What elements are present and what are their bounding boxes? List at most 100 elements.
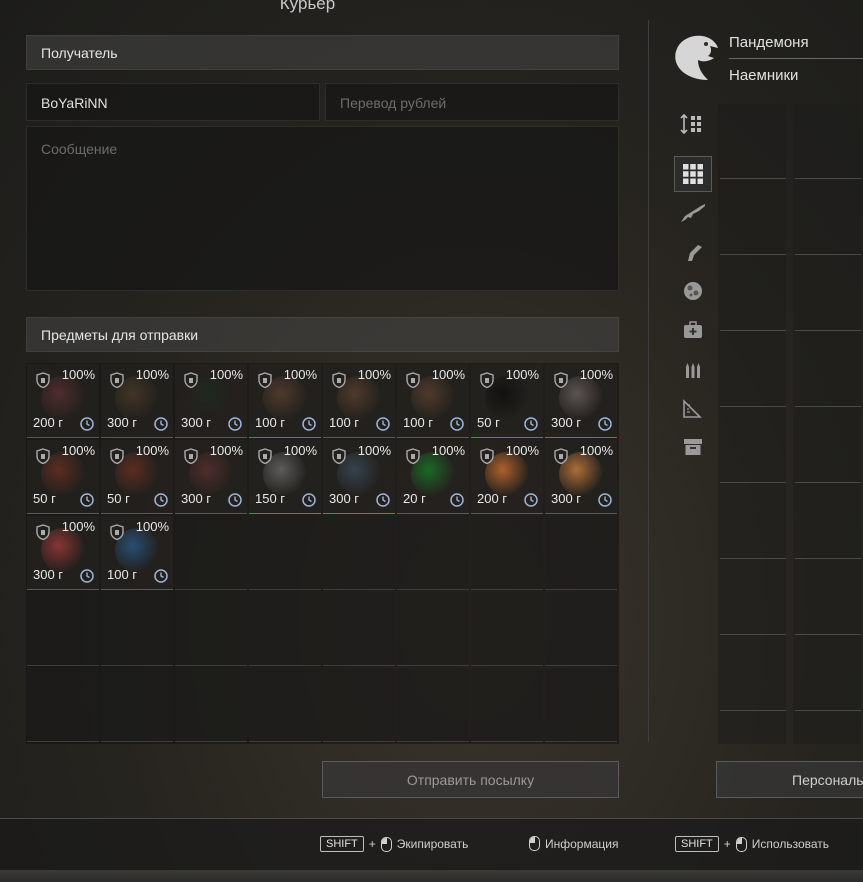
item-weight: 150 г (255, 491, 286, 506)
item-condition: 100% (135, 367, 169, 382)
inventory-slot-divider (795, 710, 861, 711)
equip-hint: SHIFT + Экипировать (320, 836, 468, 852)
message-placeholder: Сообщение (41, 141, 118, 157)
item-weight: 300 г (181, 491, 212, 506)
empty-slot[interactable] (545, 668, 617, 742)
item-slot[interactable]: 100% 300 г (545, 364, 617, 438)
send-package-button[interactable]: Отправить посылку (322, 761, 619, 798)
inventory-slot-divider (720, 710, 786, 711)
item-slot[interactable]: 100% 300 г (323, 440, 395, 514)
pistol-icon[interactable] (674, 234, 712, 270)
empty-slot[interactable] (27, 592, 99, 666)
item-slot[interactable]: 100% 50 г (471, 364, 543, 438)
item-condition: 100% (431, 367, 465, 382)
empty-slot[interactable] (27, 668, 99, 742)
empty-slot[interactable] (471, 668, 543, 742)
item-slot[interactable]: 100% 300 г (175, 364, 247, 438)
item-condition: 100% (209, 367, 243, 382)
inventory-slot-divider (720, 330, 786, 331)
inventory-slot-divider (720, 254, 786, 255)
clock-icon (80, 569, 94, 583)
item-slot[interactable]: 100% 300 г (27, 516, 99, 590)
item-slot[interactable]: 100% 300 г (545, 440, 617, 514)
item-weight: 50 г (477, 415, 500, 430)
empty-slot[interactable] (323, 516, 395, 590)
item-condition: 100% (61, 443, 95, 458)
ammo-icon[interactable] (674, 351, 712, 387)
item-slot[interactable]: 100% 50 г (27, 440, 99, 514)
empty-slot[interactable] (471, 516, 543, 590)
ruler-icon[interactable] (674, 390, 712, 426)
inventory-slot-divider (720, 558, 786, 559)
shield-icon (480, 372, 494, 388)
empty-slot[interactable] (175, 668, 247, 742)
inventory-slot-divider (795, 558, 861, 559)
item-slot[interactable]: 100% 150 г (249, 440, 321, 514)
box-icon[interactable] (674, 429, 712, 465)
sort-icon[interactable] (674, 106, 712, 142)
clock-icon (302, 417, 316, 431)
inventory-slot-divider (795, 634, 861, 635)
item-slot[interactable]: 100% 100 г (249, 364, 321, 438)
clock-icon (228, 417, 242, 431)
shield-icon (36, 372, 50, 388)
clock-icon (450, 417, 464, 431)
profile-separator (729, 58, 863, 59)
inventory-slot-divider (795, 406, 861, 407)
panel-divider (648, 20, 649, 742)
empty-slot[interactable] (101, 592, 173, 666)
item-slot[interactable]: 100% 20 г (397, 440, 469, 514)
item-slot[interactable]: 100% 100 г (397, 364, 469, 438)
grid-icon[interactable] (674, 156, 712, 192)
shield-icon (110, 448, 124, 464)
empty-slot[interactable] (101, 668, 173, 742)
item-slot[interactable]: 100% 200 г (27, 364, 99, 438)
empty-slot[interactable] (397, 592, 469, 666)
item-weight: 100 г (255, 415, 286, 430)
item-weight: 200 г (477, 491, 508, 506)
empty-slot[interactable] (249, 516, 321, 590)
empty-slot[interactable] (397, 668, 469, 742)
mouse-left-icon (380, 836, 392, 852)
item-slot[interactable]: 100% 100 г (101, 516, 173, 590)
item-slot[interactable]: 100% 300 г (175, 440, 247, 514)
artifact-icon[interactable] (674, 273, 712, 309)
rifle-icon[interactable] (674, 195, 712, 231)
use-label: Использовать (751, 837, 830, 851)
item-weight: 50 г (33, 491, 56, 506)
plus-sign: + (723, 837, 731, 851)
shield-icon (184, 372, 198, 388)
recipient-name-field[interactable]: BoYaRiNN (26, 83, 320, 121)
ruble-transfer-field[interactable]: Перевод рублей (325, 83, 619, 121)
inventory-slot-divider (720, 482, 786, 483)
empty-slot[interactable] (545, 592, 617, 666)
medkit-icon[interactable] (674, 312, 712, 348)
item-weight: 50 г (107, 491, 130, 506)
inventory-slot-divider (795, 254, 861, 255)
empty-slot[interactable] (397, 516, 469, 590)
item-weight: 100 г (107, 567, 138, 582)
items-grid: 100% 200 г 100% 300 г 100% 300 г 100% 100 г 100%… (26, 363, 619, 744)
message-field[interactable]: Сообщение (26, 126, 619, 291)
empty-slot[interactable] (249, 668, 321, 742)
personal-button[interactable]: Персональ (716, 761, 863, 798)
empty-slot[interactable] (175, 516, 247, 590)
item-slot[interactable]: 100% 100 г (323, 364, 395, 438)
clock-icon (524, 493, 538, 507)
item-slot[interactable]: 100% 300 г (101, 364, 173, 438)
item-weight: 100 г (329, 415, 360, 430)
faction-eagle-icon (668, 32, 720, 84)
item-slot[interactable]: 100% 50 г (101, 440, 173, 514)
recipient-header: Получатель (26, 35, 619, 70)
item-slot[interactable]: 100% 200 г (471, 440, 543, 514)
mouse-left-icon (529, 836, 540, 851)
empty-slot[interactable] (249, 592, 321, 666)
empty-slot[interactable] (323, 668, 395, 742)
empty-slot[interactable] (471, 592, 543, 666)
clock-icon (524, 417, 538, 431)
item-condition: 100% (135, 519, 169, 534)
empty-slot[interactable] (323, 592, 395, 666)
shield-icon (406, 372, 420, 388)
empty-slot[interactable] (545, 516, 617, 590)
empty-slot[interactable] (175, 592, 247, 666)
